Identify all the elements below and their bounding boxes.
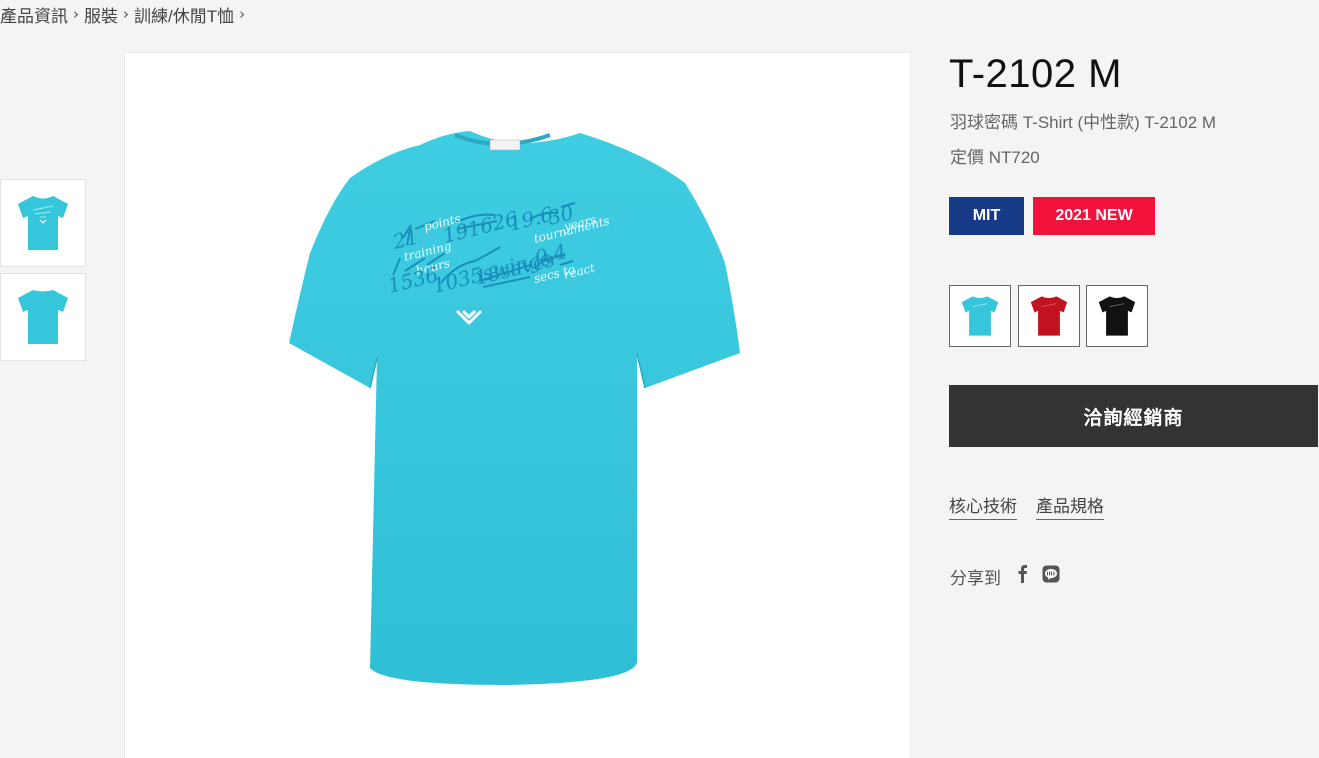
- thumbnail-back[interactable]: [0, 273, 86, 361]
- mit-badge: MIT: [949, 197, 1024, 235]
- swatch-cyan[interactable]: [949, 285, 1011, 347]
- product-title: T-2102 M: [949, 52, 1122, 96]
- chevron-right-icon: ›: [73, 5, 79, 23]
- breadcrumb-item-apparel[interactable]: 服裝: [84, 2, 118, 27]
- thumbnail-front[interactable]: [0, 179, 86, 267]
- shirt-back-thumbnail-image: [18, 290, 68, 344]
- share-label: 分享到: [950, 569, 1001, 588]
- product-price: 定價 NT720: [950, 148, 1040, 167]
- breadcrumb: 產品資訊 › 服裝 › 訓練/休閒T恤 ›: [0, 2, 250, 26]
- product-subtitle: 羽球密碼 T-Shirt (中性款) T-2102 M: [950, 113, 1217, 132]
- chevron-right-icon: ›: [239, 5, 246, 23]
- swatch-black[interactable]: [1086, 285, 1148, 347]
- chevron-right-icon: ›: [123, 5, 129, 23]
- line-icon[interactable]: [1042, 564, 1060, 584]
- core-technology-link[interactable]: 核心技術: [949, 492, 1017, 520]
- shirt-red-icon: [1030, 296, 1068, 336]
- tshirt-image: points training hours tournaments years …: [289, 131, 740, 685]
- breadcrumb-item-product-info[interactable]: 產品資訊: [0, 2, 68, 27]
- swatch-red[interactable]: [1018, 285, 1080, 347]
- product-specs-link[interactable]: 產品規格: [1036, 492, 1104, 520]
- breadcrumb-item-tshirts[interactable]: 訓練/休閒T恤: [134, 2, 234, 27]
- main-product-image: points training hours tournaments years …: [124, 52, 911, 758]
- facebook-icon[interactable]: [1014, 564, 1032, 584]
- shirt-cyan-icon: [961, 296, 999, 336]
- contact-dealer-button[interactable]: 洽詢經銷商: [949, 385, 1318, 447]
- shirt-front-thumbnail-image: [18, 196, 68, 250]
- new-2021-badge: 2021 NEW: [1033, 197, 1155, 235]
- shirt-black-icon: [1098, 296, 1136, 336]
